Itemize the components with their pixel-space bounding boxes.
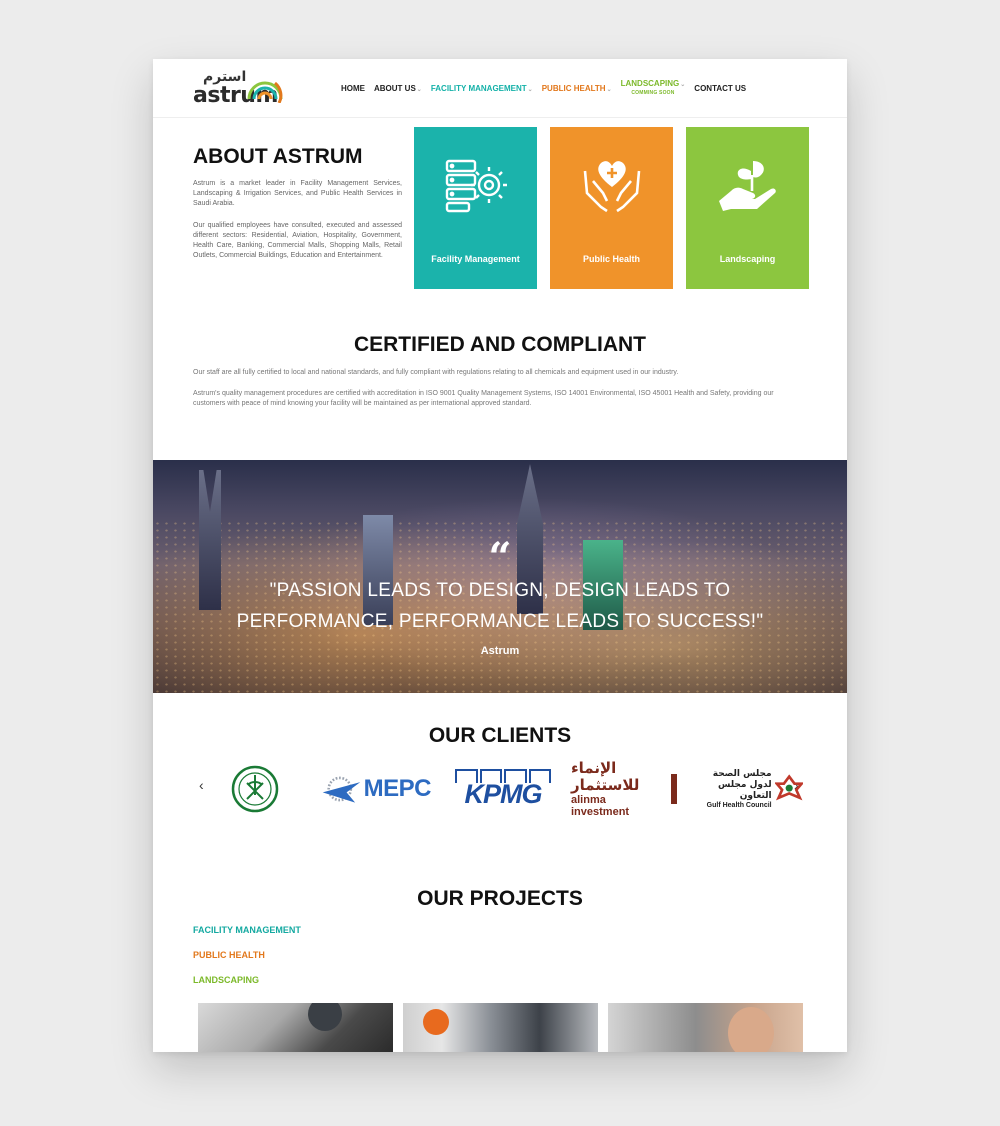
nav-facility-label: FACILITY MANAGEMENT <box>430 83 527 93</box>
ghc-emblem-icon <box>774 774 803 801</box>
client-logo-mepc[interactable]: MEPC <box>321 764 432 814</box>
nav-about-label: ABOUT US <box>374 83 416 93</box>
kpmg-text: KPMG <box>464 779 543 809</box>
mepc-text: MEPC <box>363 775 432 802</box>
quote-author: Astrum <box>480 645 520 657</box>
project-filter-facility[interactable]: FACILITY MANAGEMENT <box>193 925 301 935</box>
ghc-text-block: مجلس الصحة لدول مجلس التعاون Gulf Health… <box>693 769 772 809</box>
chevron-down-icon: ⌄ <box>606 86 612 93</box>
alinma-mark <box>670 774 677 804</box>
client-logo-gulf-health-council[interactable]: مجلس الصحة لدول مجلس التعاون Gulf Health… <box>693 764 803 814</box>
carousel-prev-arrow[interactable]: ‹ <box>199 777 204 793</box>
clients-title: OUR CLIENTS <box>428 724 572 747</box>
person-figure <box>728 1007 774 1052</box>
service-tile-public-health[interactable]: Public Health <box>550 127 673 289</box>
client-logo-kpmg[interactable]: KPMG <box>453 764 553 814</box>
ghc-arabic-2: لدول مجلس التعاون <box>718 780 772 801</box>
nav-public-health[interactable]: PUBLIC HEALTH⌄ <box>542 84 612 93</box>
nav-facility-management[interactable]: FACILITY MANAGEMENT⌄ <box>431 84 533 93</box>
project-thumbnail[interactable] <box>403 1003 598 1052</box>
mepc-emblem-icon <box>322 776 361 803</box>
quote-banner: “ "PASSION LEADS TO DESIGN, DESIGN LEADS… <box>153 460 847 693</box>
service-label: Public Health <box>582 254 640 264</box>
chevron-down-icon: ⌄ <box>680 81 686 88</box>
saudi-emblem-icon <box>231 765 279 813</box>
ghc-english: Gulf Health Council <box>706 802 772 809</box>
nav-home[interactable]: HOME <box>341 84 365 93</box>
certified-paragraph-2: Astrum's quality management procedures a… <box>193 390 774 407</box>
service-tile-landscaping[interactable]: Landscaping <box>686 127 809 289</box>
project-filter-landscaping[interactable]: LANDSCAPING <box>193 975 259 985</box>
main-nav: HOME ABOUT US⌄ FACILITY MANAGEMENT⌄ PUBL… <box>341 59 746 117</box>
chevron-down-icon: ⌄ <box>416 86 422 93</box>
nav-public-health-label: PUBLIC HEALTH <box>541 83 606 93</box>
about-paragraph-2: Our qualified employees have consulted, … <box>193 222 402 259</box>
quote-icon: “ <box>488 534 512 581</box>
page: استرم astrum HOME ABOUT US⌄ FACILITY MAN… <box>153 59 847 1052</box>
hands-heart-icon <box>583 161 641 213</box>
astrum-logo[interactable]: استرم astrum <box>193 69 288 108</box>
project-filter-public-health[interactable]: PUBLIC HEALTH <box>193 950 265 960</box>
logo-arc-icon <box>247 81 283 103</box>
hand-plant-icon <box>719 161 776 211</box>
worker-figure <box>308 1003 342 1031</box>
projects-title: OUR PROJECTS <box>417 887 583 910</box>
chevron-down-icon: ⌄ <box>527 86 533 93</box>
alinma-english: alinma investment <box>571 794 630 818</box>
alinma-text-block: الإنماء للاستثمار alinma investment <box>571 759 667 819</box>
kpmg-mark: KPMG <box>455 769 551 809</box>
certified-title: CERTIFIED AND COMPLIANT <box>353 333 647 356</box>
service-label: Facility Management <box>431 254 520 264</box>
service-tile-facility-management[interactable]: Facility Management <box>414 127 537 289</box>
nav-about[interactable]: ABOUT US⌄ <box>374 84 422 93</box>
nav-landscaping-label: LANDSCAPING <box>620 78 680 88</box>
quote-text: "PASSION LEADS TO DESIGN, DESIGN LEADS T… <box>236 580 764 632</box>
service-label: Landscaping <box>719 254 776 264</box>
alinma-arabic: الإنماء للاستثمار <box>571 759 640 794</box>
site-header: استرم astrum HOME ABOUT US⌄ FACILITY MAN… <box>153 59 847 118</box>
project-thumbnail[interactable] <box>608 1003 803 1052</box>
about-title: ABOUT ASTRUM <box>193 145 363 168</box>
nav-landscaping[interactable]: LANDSCAPING⌄ COMMING SOON <box>620 78 686 97</box>
project-thumbnail[interactable] <box>198 1003 393 1052</box>
server-gear-icon <box>445 159 507 213</box>
certified-paragraph-1: Our staff are all fully certified to loc… <box>193 369 679 376</box>
hardhat-figure <box>423 1009 449 1035</box>
nav-landscaping-sub: COMMING SOON <box>631 89 675 96</box>
nav-contact[interactable]: CONTACT US <box>694 84 746 93</box>
client-logo-alinma[interactable]: الإنماء للاستثمار alinma investment <box>571 760 677 818</box>
ghc-arabic-1: مجلس الصحة <box>712 769 772 779</box>
client-logo-saudi-emblem[interactable] <box>229 764 281 814</box>
about-paragraph-1: Astrum is a market leader in Facility Ma… <box>193 180 402 207</box>
